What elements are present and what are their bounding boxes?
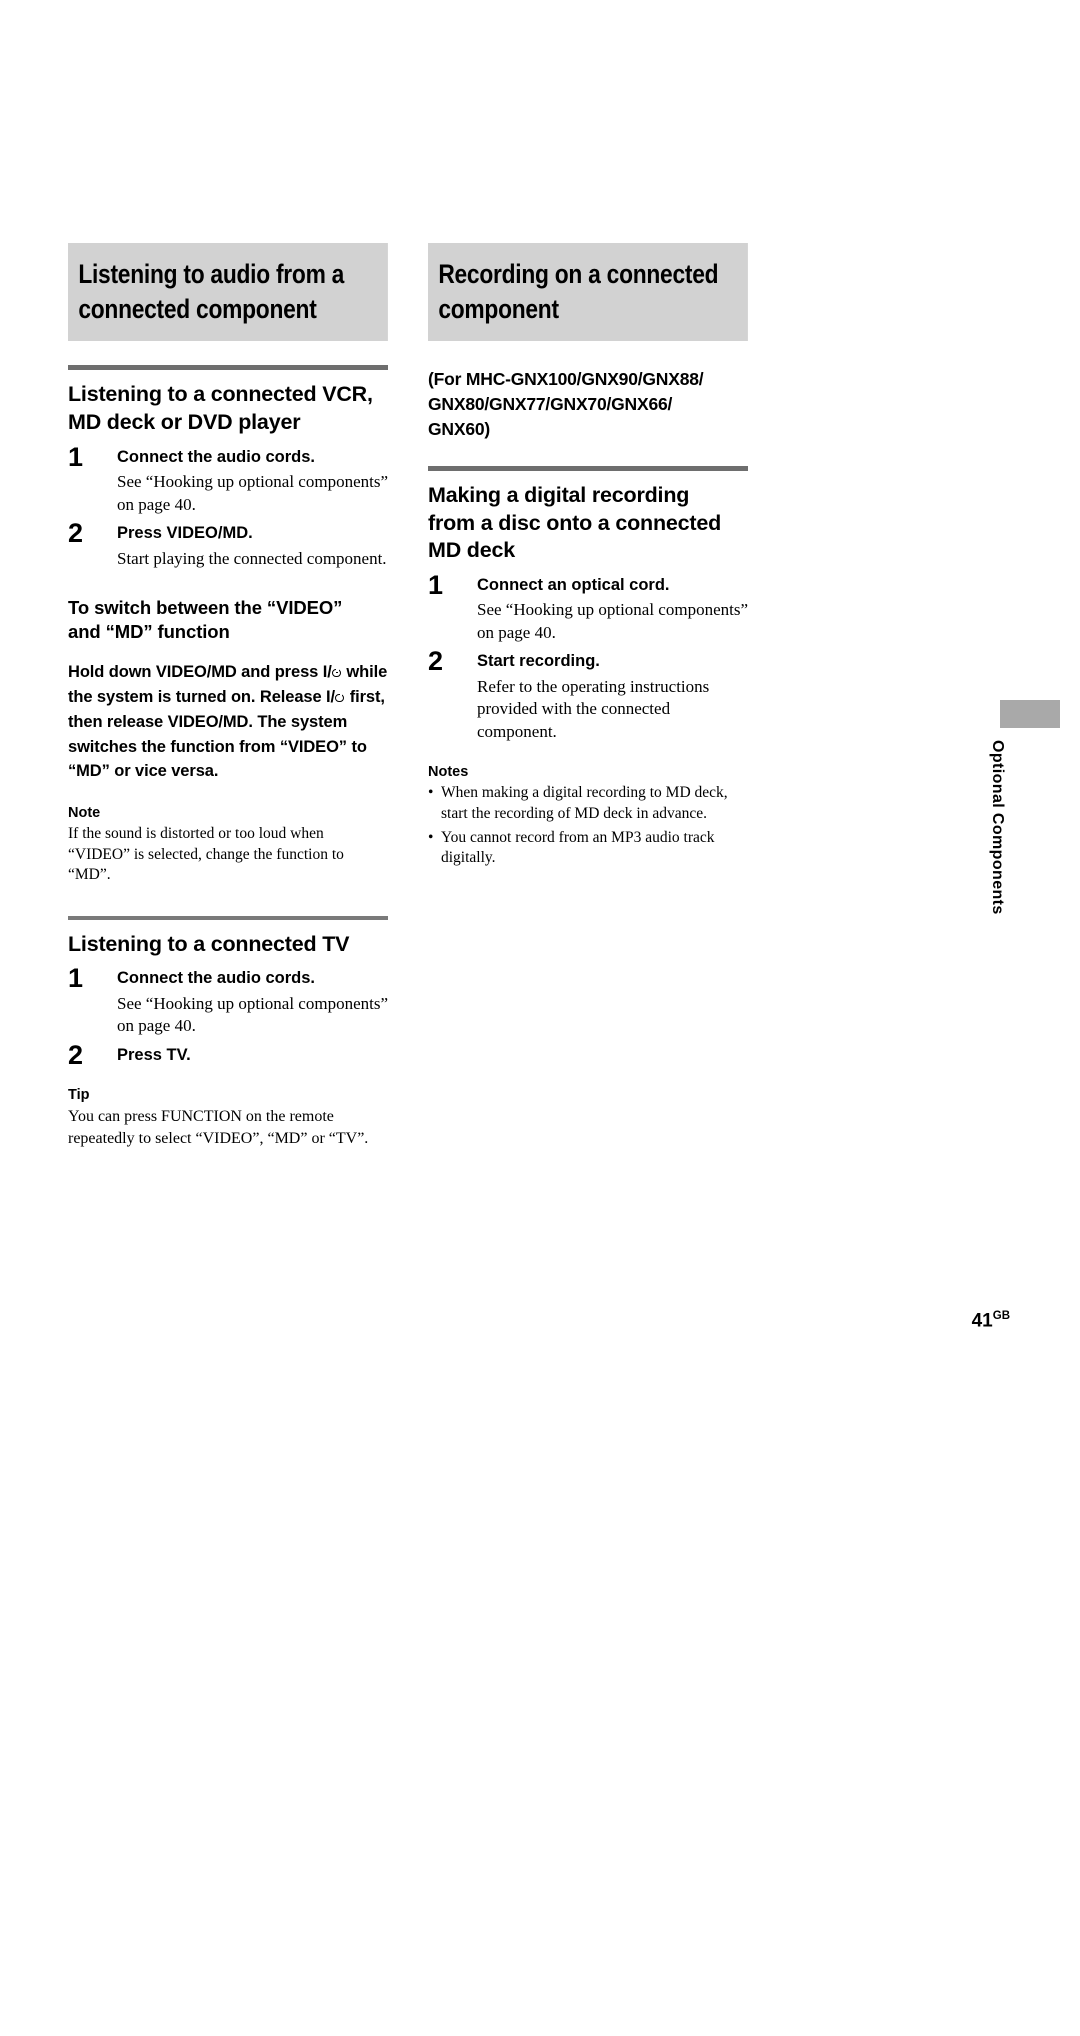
note-item: When making a digital recording to MD de… xyxy=(428,783,748,824)
page-number-region: GB xyxy=(992,1310,1010,1322)
right-heading-line2: from a disc onto a connected xyxy=(428,510,722,535)
left-subheading-line1: To switch between the “VIDEO” xyxy=(68,597,343,619)
step-title: Press VIDEO/MD. xyxy=(117,524,253,543)
right-section-banner: Recording on a connected component xyxy=(428,243,748,342)
right-notes-label: Notes xyxy=(428,764,469,781)
right-section1-step-2: 2 Start recording. Refer to the operatin… xyxy=(428,646,748,743)
right-banner-gap xyxy=(428,341,748,367)
right-heading-line1: Making a digital recording xyxy=(428,483,690,507)
left-section2-step-2: 2 Press TV. xyxy=(68,1040,388,1071)
left-section1-subheading: To switch between the “VIDEO” and “MD” f… xyxy=(68,596,388,644)
step-title: Start recording. xyxy=(477,652,600,671)
step-body: See “Hooking up optional components” on … xyxy=(477,599,749,642)
right-column: Recording on a connected component (For … xyxy=(428,243,748,872)
model-list-line1: (For MHC-GNX100/GNX90/GNX88/ xyxy=(428,369,704,390)
model-list-line2: GNX80/GNX77/GNX70/GNX66/ xyxy=(428,394,673,415)
side-tab-label: Optional Components xyxy=(989,740,1006,915)
step-number: 2 xyxy=(68,1040,84,1071)
left-section1-rule xyxy=(68,365,388,371)
left-section1-bold-paragraph: Hold down VIDEO/MD and press I/ while th… xyxy=(68,660,388,784)
side-tab-marker xyxy=(1000,700,1060,728)
bold-para-part1: Hold down VIDEO/MD and press xyxy=(68,663,323,682)
page-number-value: 41 xyxy=(971,1310,993,1332)
power-symbol-icon: I/ xyxy=(326,688,345,706)
manual-page: Listening to audio from a connected comp… xyxy=(0,0,1080,2036)
right-model-list: (For MHC-GNX100/GNX90/GNX88/ GNX80/GNX77… xyxy=(428,367,748,442)
right-heading-line3: MD deck xyxy=(428,538,516,563)
step-body: Start playing the connected component. xyxy=(117,548,387,568)
step-body: See “Hooking up optional components” on … xyxy=(117,471,389,514)
step-body: See “Hooking up optional components” on … xyxy=(117,993,389,1036)
right-section1-step-1: 1 Connect an optical cord. See “Hooking … xyxy=(428,569,749,645)
left-tip-body: You can press FUNCTION on the remote rep… xyxy=(68,1108,369,1148)
left-column: Listening to audio from a connected comp… xyxy=(68,243,388,1150)
step-number: 2 xyxy=(428,646,444,677)
right-banner-line2: component xyxy=(438,294,559,325)
left-section-banner: Listening to audio from a connected comp… xyxy=(68,243,388,342)
step-title: Connect the audio cords. xyxy=(117,447,316,466)
left-section2-rule xyxy=(68,915,388,920)
left-section1-heading: Listening to a connected VCR, MD deck or… xyxy=(68,381,388,436)
step-number: 1 xyxy=(68,963,84,994)
step-title: Connect the audio cords. xyxy=(117,969,316,988)
left-section2-step-1: 1 Connect the audio cords. See “Hooking … xyxy=(68,963,389,1038)
right-notes-list: When making a digital recording to MD de… xyxy=(428,783,748,868)
left-section1-step-1: 1 Connect the audio cords. See “Hooking … xyxy=(68,441,389,517)
step-title: Press TV. xyxy=(117,1046,191,1065)
page-number: 41GB xyxy=(972,1310,1010,1332)
right-banner-line1: Recording on a connected xyxy=(438,259,719,289)
left-note-body: If the sound is distorted or too loud wh… xyxy=(68,825,344,884)
right-banner-wrapper: Recording on a connected component xyxy=(428,243,748,342)
step-number: 2 xyxy=(68,518,84,549)
power-symbol-icon: I/ xyxy=(323,663,342,681)
left-banner-line1: Listening to audio from a xyxy=(78,259,345,289)
left-section2-heading: Listening to a connected TV xyxy=(68,931,350,956)
left-banner-line2: connected component xyxy=(78,294,317,325)
left-section1-heading-line1: Listening to a connected VCR, xyxy=(68,382,373,407)
step-number: 1 xyxy=(428,569,444,600)
step-number: 1 xyxy=(68,441,84,472)
step-title: Connect an optical cord. xyxy=(477,575,670,594)
left-tip-label: Tip xyxy=(68,1087,90,1104)
left-note-label: Note xyxy=(68,805,101,822)
left-section1-heading-line2: MD deck or DVD player xyxy=(68,409,301,434)
left-subheading-line2: and “MD” function xyxy=(68,621,230,643)
step-body: Refer to the operating instructions prov… xyxy=(477,676,710,741)
model-list-line3: GNX60) xyxy=(428,419,491,440)
note-item: You cannot record from an MP3 audio trac… xyxy=(428,828,748,869)
right-section1-heading: Making a digital recording from a disc o… xyxy=(428,482,748,565)
left-banner-wrapper: Listening to audio from a connected comp… xyxy=(68,243,388,342)
left-section1-step-2: 2 Press VIDEO/MD. Start playing the conn… xyxy=(68,518,388,570)
right-section1-rule xyxy=(428,466,748,471)
